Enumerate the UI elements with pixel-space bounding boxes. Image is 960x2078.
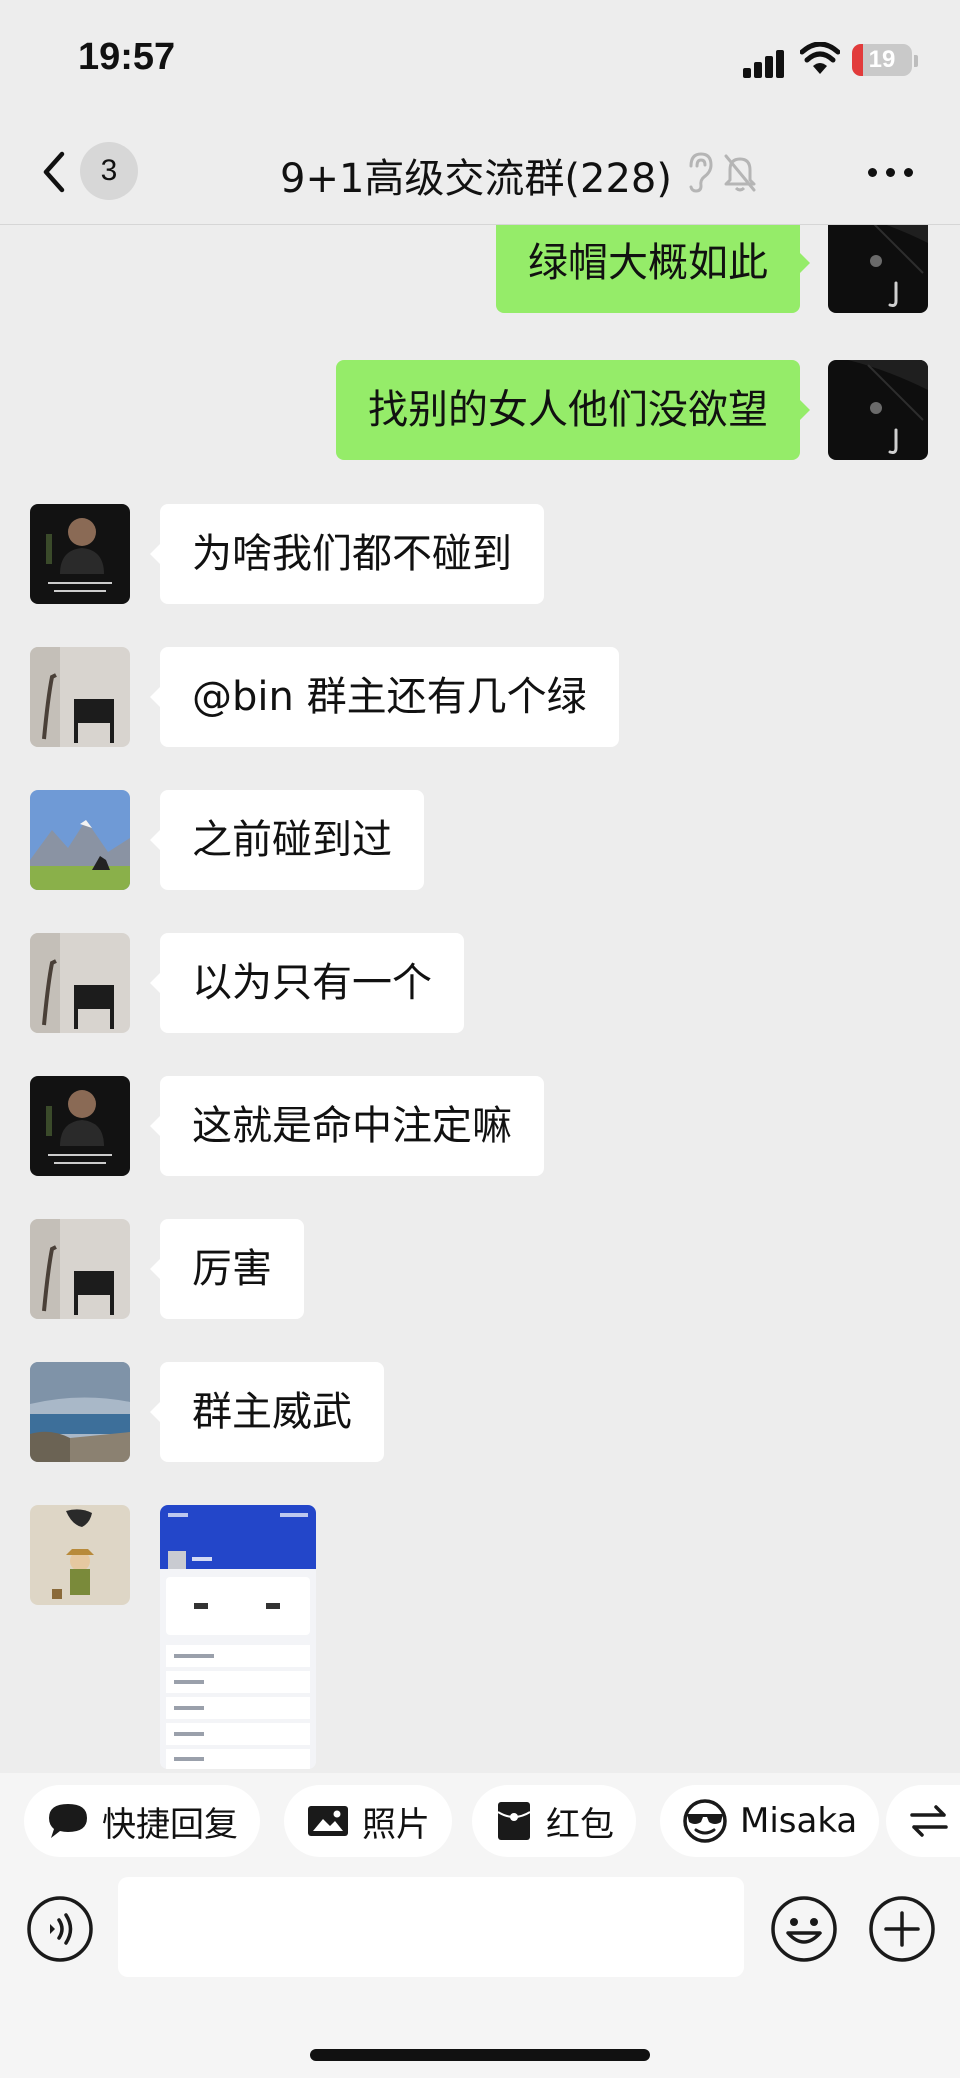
emoji-icon[interactable] [770, 1895, 838, 1963]
image-message[interactable] [160, 1505, 316, 1769]
photo-icon [308, 1806, 348, 1836]
home-indicator [310, 2049, 650, 2061]
plus-icon[interactable] [868, 1895, 936, 1963]
avatar[interactable] [30, 933, 130, 1033]
message-row [0, 1505, 960, 1773]
message-bubble[interactable]: 群主威武 [150, 1362, 384, 1462]
chip-label: 快捷回复 [102, 1804, 238, 1845]
avatar[interactable] [30, 647, 130, 747]
avatar[interactable] [828, 360, 928, 460]
message-row: 找别的女人他们没欲望 [0, 360, 960, 460]
photo-chip[interactable]: 照片 [284, 1785, 452, 1857]
chat-header: 3 9+1高级交流群(228) [0, 120, 960, 225]
battery-level: 19 [868, 46, 896, 73]
message-bubble[interactable]: @bin 群主还有几个绿 [150, 647, 619, 747]
message-bubble[interactable]: 这就是命中注定嘛 [150, 1076, 544, 1176]
avatar[interactable] [30, 504, 130, 604]
battery-tip [914, 55, 918, 67]
message-row: 厉害 [0, 1219, 960, 1319]
message-bubble[interactable]: 以为只有一个 [150, 933, 464, 1033]
message-bubble[interactable]: 为啥我们都不碰到 [150, 504, 544, 604]
swap-arrows-icon [910, 1805, 948, 1837]
avatar[interactable] [30, 1076, 130, 1176]
message-bubble[interactable]: 厉害 [150, 1219, 304, 1319]
message-bubble[interactable]: 绿帽大概如此 [496, 225, 810, 313]
message-bubble[interactable]: 找别的女人他们没欲望 [336, 360, 810, 460]
message-row: @bin 群主还有几个绿 [0, 647, 960, 747]
avatar[interactable] [30, 1219, 130, 1319]
input-bar [0, 1869, 960, 2078]
message-list: 绿帽大概如此 找别的女人他们没欲望 为啥我们都不碰到 @bin 群主还有几个绿 … [0, 225, 960, 1773]
message-row: 绿帽大概如此 [0, 225, 960, 313]
status-bar: 19:57 19 [0, 0, 960, 120]
more-icon[interactable] [862, 156, 918, 186]
battery-indicator: 19 [852, 44, 912, 76]
sunglasses-face-icon [683, 1799, 727, 1843]
avatar[interactable] [30, 1505, 130, 1605]
chip-label: 照片 [362, 1804, 430, 1845]
message-input[interactable] [118, 1877, 744, 1977]
quick-reply-chip[interactable]: 快捷回复 [24, 1785, 260, 1857]
voice-icon[interactable] [26, 1895, 94, 1963]
misaka-chip[interactable]: Misaka [660, 1785, 880, 1857]
red-packet-chip[interactable]: 红包 [472, 1785, 636, 1857]
unread-count-badge[interactable]: 3 [80, 142, 138, 200]
avatar[interactable] [30, 1362, 130, 1462]
avatar[interactable] [828, 225, 928, 313]
message-row: 这就是命中注定嘛 [0, 1076, 960, 1176]
wifi-icon [800, 42, 840, 74]
avatar[interactable] [30, 790, 130, 890]
quick-action-bar: 快捷回复 照片 红包 Misaka [0, 1773, 960, 1869]
chat-screen: 19:57 19 3 9+1高级交流群(228) 绿帽大概如此 找别的女人他们没… [0, 0, 960, 2078]
message-row: 群主威武 [0, 1362, 960, 1462]
chip-label: 红包 [546, 1804, 614, 1845]
status-time: 19:57 [78, 36, 176, 78]
ear-icon [689, 152, 713, 193]
chevron-left-icon[interactable] [34, 144, 74, 200]
chat-title: 9+1高级交流群(228) [280, 156, 672, 202]
chip-label: Misaka [740, 1801, 858, 1841]
message-row: 以为只有一个 [0, 933, 960, 1033]
message-bubble[interactable]: 之前碰到过 [150, 790, 424, 890]
speech-bubble-icon [49, 1804, 87, 1838]
mute-bell-icon [724, 154, 756, 192]
cellular-signal-icon [743, 48, 787, 78]
red-packet-icon [497, 1802, 531, 1840]
message-row: 为啥我们都不碰到 [0, 504, 960, 604]
message-row: 之前碰到过 [0, 790, 960, 890]
swap-chip[interactable] [886, 1785, 960, 1857]
